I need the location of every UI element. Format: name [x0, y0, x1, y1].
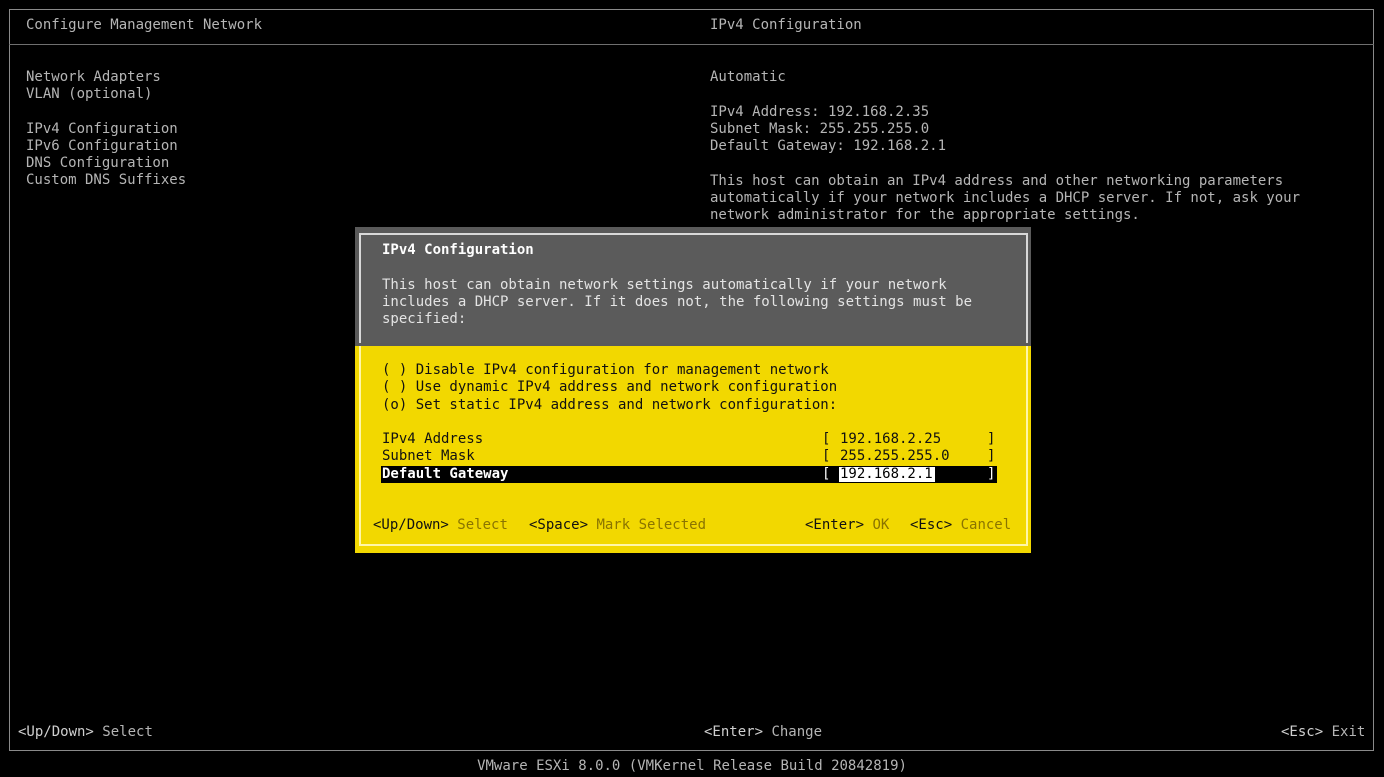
action-cancel: Cancel [960, 517, 1012, 533]
action-select: Select [457, 517, 508, 533]
dialog-title: IPv4 Configuration [382, 242, 534, 258]
current-subnet-mask: Subnet Mask: 255.255.255.0 [710, 121, 930, 137]
info-description-line: This host can obtain an IPv4 address and… [710, 173, 1284, 189]
ipv4-address-label: IPv4 Address [382, 431, 484, 447]
menu-item-ipv4-configuration[interactable]: IPv4 Configuration [26, 121, 178, 138]
radio-static-ipv4[interactable]: (o) Set static IPv4 address and network … [382, 397, 837, 414]
field-bracket-open: [ [822, 466, 831, 482]
action-exit: Exit [1331, 724, 1366, 740]
key-space: <Space> [529, 517, 589, 533]
window-title: Configure Management Network [26, 17, 263, 33]
field-bracket-open: [ [822, 448, 831, 464]
info-description-line: automatically if your network includes a… [710, 190, 1301, 206]
bottom-hint-select: <Up/Down> Select [18, 724, 153, 741]
panel-title: IPv4 Configuration [710, 17, 862, 33]
menu-item-vlan[interactable]: VLAN (optional) [26, 86, 152, 103]
ok-button[interactable]: <Enter> OK [805, 517, 889, 534]
radio-dynamic-ipv4[interactable]: ( ) Use dynamic IPv4 address and network… [382, 379, 837, 396]
dialog-description-line: This host can obtain network settings au… [382, 277, 947, 293]
dialog-hint-mark: <Space> Mark Selected [529, 517, 706, 534]
default-gateway-label: Default Gateway [382, 466, 509, 482]
cancel-button[interactable]: <Esc> Cancel [910, 517, 1011, 534]
radio-disable-ipv4[interactable]: ( ) Disable IPv4 configuration for manag… [382, 362, 829, 379]
action-select: Select [102, 724, 153, 740]
action-mark-selected: Mark Selected [596, 517, 707, 533]
info-description-line: network administrator for the appropriat… [710, 207, 1140, 223]
key-updown: <Up/Down> [18, 724, 94, 740]
subnet-mask-field[interactable]: 255.255.255.0 [840, 448, 950, 465]
bottom-hint-change[interactable]: <Enter> Change [704, 724, 822, 741]
frame-bottom-rule [9, 750, 1374, 751]
menu-item-dns-configuration[interactable]: DNS Configuration [26, 155, 169, 172]
key-esc: <Esc> [1281, 724, 1324, 740]
ipv4-mode-text: Automatic [710, 69, 786, 85]
menu-item-network-adapters[interactable]: Network Adapters [26, 69, 161, 86]
key-updown: <Up/Down> [373, 517, 449, 533]
dialog-description-line: specified: [382, 311, 467, 327]
field-bracket-close: ] [987, 448, 996, 464]
bottom-hint-exit[interactable]: <Esc> Exit [1281, 724, 1365, 741]
version-string: VMware ESXi 8.0.0 (VMKernel Release Buil… [477, 758, 907, 774]
action-ok: OK [872, 517, 890, 533]
ipv4-address-field[interactable]: 192.168.2.25 [840, 431, 941, 448]
key-enter: <Enter> [704, 724, 764, 740]
field-bracket-close: ] [987, 431, 996, 447]
menu-item-ipv6-configuration[interactable]: IPv6 Configuration [26, 138, 178, 155]
field-bracket-open: [ [822, 431, 831, 447]
dialog-hint-select: <Up/Down> Select [373, 517, 508, 534]
header-divider [9, 44, 1374, 45]
current-default-gateway: Default Gateway: 192.168.2.1 [710, 138, 947, 154]
key-enter: <Enter> [805, 517, 865, 533]
key-esc: <Esc> [910, 517, 953, 533]
menu-item-custom-dns-suffixes[interactable]: Custom DNS Suffixes [26, 172, 186, 189]
field-bracket-close: ] [987, 466, 996, 482]
default-gateway-field[interactable]: 192.168.2.1 [840, 466, 933, 483]
current-ipv4-address: IPv4 Address: 192.168.2.35 [710, 104, 930, 120]
action-change: Change [771, 724, 823, 740]
subnet-mask-label: Subnet Mask [382, 448, 475, 464]
dialog-description-line: includes a DHCP server. If it does not, … [382, 294, 973, 310]
